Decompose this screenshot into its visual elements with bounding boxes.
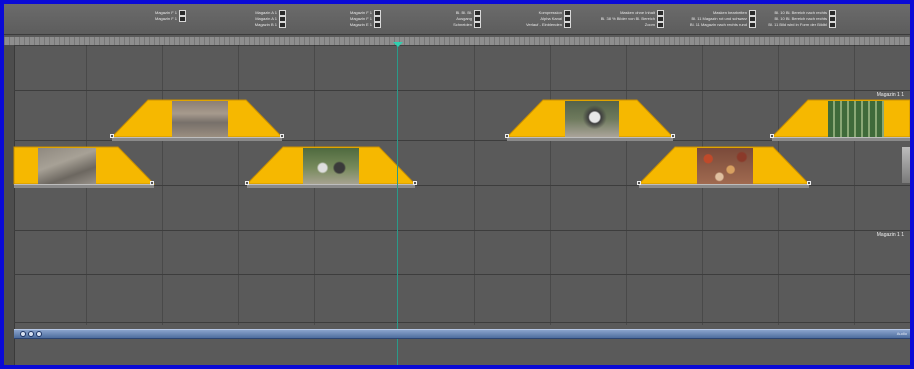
play-button[interactable] [28,331,34,337]
audio-track-label: Audio [896,331,907,336]
effect-item[interactable]: Bl. 11 Magazin nach rechts rund [690,22,756,28]
effect-label: Ausgang [456,16,472,22]
effect-label: Bl. Bl. Bl. [455,10,472,16]
clip-handle[interactable] [245,181,249,185]
effect-label: Schneiden [453,22,472,28]
effect-label: Magazin F 1 [154,16,177,22]
audio-track-bar[interactable]: Audio [14,329,910,339]
track-label: Magazin 1 1 [876,92,904,98]
clip-bar [14,184,154,188]
clip-thumbnail [565,101,619,137]
clip-handle[interactable] [150,181,154,185]
clip-bar [112,137,282,141]
clip-thumbnail [38,148,96,184]
track-divider [14,230,910,231]
effects-strip: Magazin F 1 Magazin F 1 Magazin A 1 Magazin… [4,4,910,35]
effect-label: Magazin B 1 [254,22,277,28]
effect-item[interactable]: Schneiden [453,22,481,28]
forward-button[interactable] [36,331,42,337]
track-divider [14,322,910,323]
clip-thumbnail [828,101,884,137]
clip-handle[interactable] [110,134,114,138]
timeline-ruler[interactable] [4,37,910,46]
clip-5[interactable] [245,146,417,188]
clip-2[interactable] [505,99,675,141]
effect-label: Verlauf - Einblenden [525,22,562,28]
clip-bar [507,137,673,141]
effect-icon [179,16,186,22]
effect-item[interactable]: Magazin F 1 [155,16,186,22]
effect-label: Magazin F 1 [349,16,372,22]
effect-label: Bl. 11 Magazin nach rechts rund [689,22,747,28]
clip-thumbnail-edge[interactable] [902,147,910,183]
effect-item[interactable]: Bl. 11 Bild wird in Form der Bildbl [768,22,836,28]
effect-label: Zoom [644,22,655,28]
clip-handle[interactable] [413,181,417,185]
effect-label: Magazin E 1 [349,22,372,28]
rewind-button[interactable] [20,331,26,337]
effect-icon [564,22,571,28]
effect-label: Masken ohne Inhalt [620,10,655,16]
effect-label: Bl. 38 % Bilder von Bl. Bereich [600,16,655,22]
clip-thumbnail [172,101,228,137]
effect-icon [829,22,836,28]
clip-6[interactable] [637,146,811,188]
effect-icon [749,22,756,28]
clip-handle[interactable] [770,134,774,138]
timeline-window: Magazin F 1 Magazin F 1 Magazin A 1 Magazin… [0,0,914,369]
effect-item[interactable]: Verlauf - Einblenden [526,22,571,28]
effect-label: Alpha Kanal [540,16,562,22]
effect-icon [657,22,664,28]
clip-handle[interactable] [280,134,284,138]
clip-bar [639,184,809,188]
effect-label: Bl. 10 Bl. Bereich nach rechts [774,10,827,16]
effect-item[interactable]: Zoom [645,22,664,28]
playhead-handle[interactable] [393,42,403,47]
track-label: Magazin 1 1 [876,232,904,238]
effect-label: Magazin F 1 [349,10,372,16]
track-header-bar [4,45,15,365]
effect-label: Magazin F 1 [154,10,177,16]
clip-handle[interactable] [807,181,811,185]
effect-label: Magazin A 1 [255,10,277,16]
effect-icon [474,22,481,28]
effect-label: Masken bearbeiten [712,10,747,16]
clip-3[interactable] [770,99,910,141]
clip-4[interactable] [13,146,156,188]
effect-icon [279,22,286,28]
clip-thumbnail [697,148,753,184]
effect-label: Bl. 11 Bild wird in Form der Bildbl [768,22,827,28]
clip-1[interactable] [110,99,284,141]
effect-item[interactable]: Magazin E 1 [350,22,381,28]
clip-handle[interactable] [505,134,509,138]
clip-bar [247,184,415,188]
effect-icon [374,22,381,28]
playhead-line[interactable] [397,42,398,365]
effect-label: Magazin A 1 [255,16,277,22]
effect-label: Bl. 10 Bl. Bereich nach rechts [774,16,827,22]
clip-bar [772,137,910,141]
clip-handle[interactable] [671,134,675,138]
clip-thumbnail [303,148,359,184]
track-divider [14,90,910,91]
effect-label: Bl. 11 Magazin rot und schwarz [691,16,747,22]
effect-label: Kompression [538,10,562,16]
track-divider [14,274,910,275]
clip-handle[interactable] [637,181,641,185]
effect-item[interactable]: Magazin B 1 [255,22,286,28]
